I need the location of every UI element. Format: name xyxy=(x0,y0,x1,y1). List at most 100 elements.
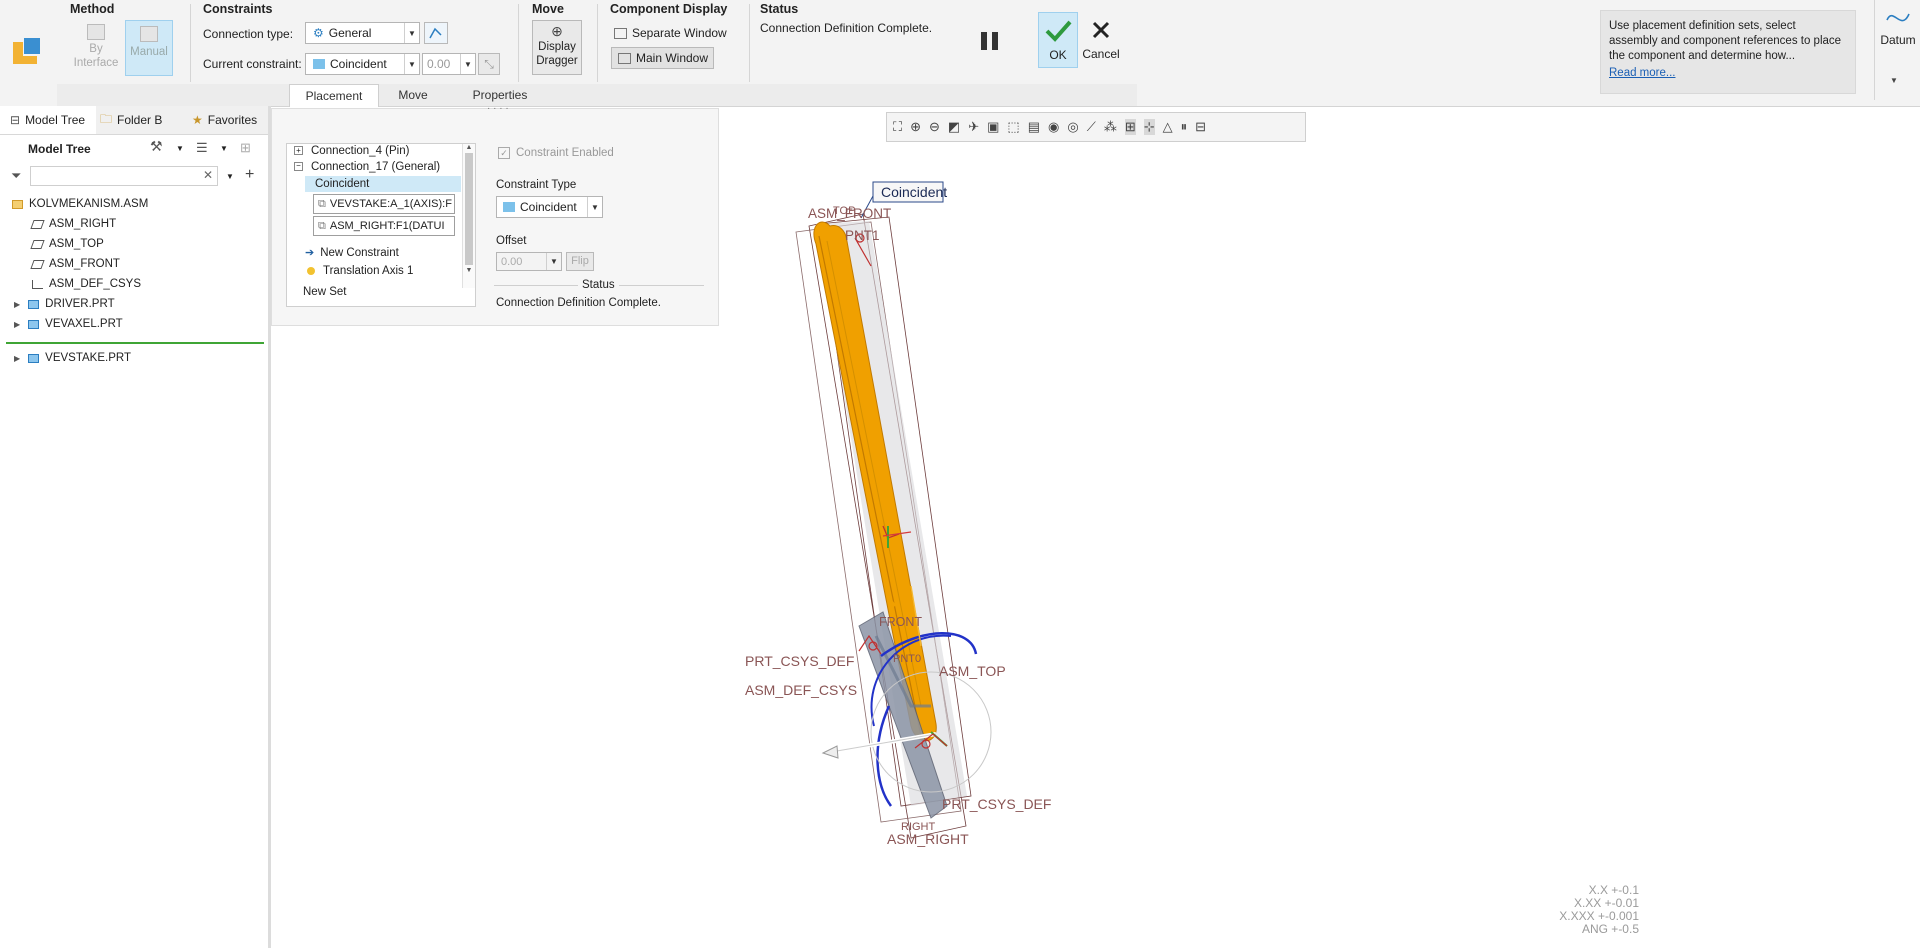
label-top: TOP xyxy=(833,205,855,217)
ribbon: Method By Interface Manual Constraints C… xyxy=(0,0,1920,107)
reference-2[interactable]: ⧉ ASM_RIGHT:F1(DATUI xyxy=(313,216,455,236)
chevron-down-icon[interactable]: ▼ xyxy=(176,144,184,153)
help-text: Use placement definition sets, select as… xyxy=(1609,20,1842,62)
group-divider xyxy=(597,4,598,82)
set-connection-4[interactable]: Connection_4 (Pin) xyxy=(311,145,409,157)
label-prt-csys-def: PRT_CSYS_DEF xyxy=(745,653,854,669)
show-icon[interactable]: ☰ xyxy=(196,140,208,156)
tree-item-assembly[interactable]: KOLVMEKANISM.ASM xyxy=(12,198,148,210)
by-interface-button[interactable]: By Interface xyxy=(70,22,122,76)
tab-folder-browser[interactable]: 🗀 Folder B xyxy=(100,106,190,134)
expand-icon[interactable]: ▶ xyxy=(14,300,20,309)
group-divider xyxy=(190,4,191,82)
tab-favorites[interactable]: ★ Favorites xyxy=(192,106,268,134)
separate-window-button[interactable]: Separate Window xyxy=(614,23,727,43)
ribbon-expand-icon[interactable]: ▼ xyxy=(1890,76,1898,85)
by-interface-label: By Interface xyxy=(73,43,119,69)
tab-placement[interactable]: Placement xyxy=(289,84,379,107)
tab-model-tree[interactable]: ⊟ Model Tree xyxy=(0,106,96,134)
status-group-title: Status xyxy=(760,2,799,16)
tree-item-asm-top[interactable]: ASM_TOP xyxy=(30,238,104,250)
coincident-icon xyxy=(503,202,515,212)
tree-item-label: ASM_DEF_CSYS xyxy=(49,278,142,290)
datum-button[interactable]: Datum xyxy=(1876,4,1920,64)
current-constraint-select[interactable]: Coincident ▼ xyxy=(305,53,420,75)
constraint-type-select[interactable]: Coincident ▼ xyxy=(496,196,603,218)
tab-move[interactable]: Move xyxy=(378,84,448,106)
main-window-label: Main Window xyxy=(636,51,709,65)
part-icon xyxy=(28,319,40,329)
model-tree-title: Model Tree xyxy=(28,142,91,156)
flip-constraint-button[interactable]: ⤡ xyxy=(478,53,500,75)
status-section-label: Status xyxy=(578,279,619,291)
flip-button[interactable]: Flip xyxy=(566,252,594,271)
offset-field[interactable]: 0.00 ▼ xyxy=(496,252,562,271)
offset-value: 0.00 xyxy=(427,57,451,71)
constraint-coincident[interactable]: Coincident xyxy=(305,176,461,192)
main-window-button[interactable]: Main Window xyxy=(611,47,714,69)
tree-item-label: DRIVER.PRT xyxy=(45,298,115,310)
pause-button[interactable] xyxy=(976,28,1004,54)
tab-model-tree-label: Model Tree xyxy=(25,113,86,127)
ok-button[interactable]: OK xyxy=(1038,12,1078,68)
tree-item-driver[interactable]: ▶ DRIVER.PRT xyxy=(14,298,115,310)
label-prt-csys-def-2: PRT_CSYS_DEF xyxy=(942,796,1051,812)
expand-icon[interactable]: ▶ xyxy=(14,354,20,363)
tree-item-asm-def-csys[interactable]: ASM_DEF_CSYS xyxy=(32,278,141,290)
add-icon[interactable]: + xyxy=(245,166,254,184)
scroll-thumb[interactable] xyxy=(465,153,473,265)
collapse-icon[interactable]: − xyxy=(294,162,303,171)
chevron-down-icon: ▼ xyxy=(587,197,602,217)
datum-plane-icon xyxy=(30,259,45,269)
part-icon xyxy=(28,353,40,363)
cancel-button[interactable]: Cancel xyxy=(1081,12,1121,68)
panel-grip[interactable]: · · · · xyxy=(487,103,509,114)
scroll-down-icon[interactable]: ▼ xyxy=(463,267,475,274)
constraint-enabled-checkbox[interactable]: ✓ Constraint Enabled xyxy=(498,147,614,159)
manual-button[interactable]: Manual xyxy=(125,20,173,76)
columns-icon[interactable]: ⊞ xyxy=(240,140,251,156)
new-set-item[interactable]: New Set xyxy=(303,286,346,298)
label-asm-def-csys: ASM_DEF_CSYS xyxy=(745,682,857,698)
callout-text: Coincident xyxy=(881,184,947,200)
reference-1[interactable]: ⧉ VEVSTAKE:A_1(AXIS):F xyxy=(313,194,455,214)
search-input[interactable]: ✕ xyxy=(30,166,218,186)
settings-icon[interactable]: ⚒ xyxy=(150,138,163,155)
tree-item-asm-front[interactable]: ASM_FRONT xyxy=(30,258,120,270)
tree-item-vevaxel[interactable]: ▶ VEVAXEL.PRT xyxy=(14,318,123,330)
display-dragger-button[interactable]: ⊕ Display Dragger xyxy=(532,20,582,75)
connection-type-select[interactable]: ⚙ General ▼ xyxy=(305,22,420,44)
reference-1-label: VEVSTAKE:A_1(AXIS):F xyxy=(329,198,452,210)
set-connection-17[interactable]: Connection_17 (General) xyxy=(311,161,440,173)
tree-item-label: ASM_FRONT xyxy=(49,258,120,270)
expand-icon[interactable]: + xyxy=(294,146,303,155)
offset-input[interactable]: 0.00 ▼ xyxy=(422,53,476,75)
group-divider xyxy=(518,4,519,82)
constraint-enabled-label: Constraint Enabled xyxy=(516,147,614,159)
datum-icon xyxy=(1886,13,1910,22)
scroll-up-icon[interactable]: ▲ xyxy=(463,144,475,151)
clear-icon[interactable]: ✕ xyxy=(203,168,213,182)
sets-scrollbar[interactable]: ▲ ▼ xyxy=(462,144,475,288)
label-asm-top: ASM_TOP xyxy=(939,663,1006,679)
current-constraint-label: Current constraint: xyxy=(203,57,302,71)
tab-folder-browser-label: Folder B xyxy=(117,113,163,127)
search-field[interactable] xyxy=(31,167,195,185)
tree-item-vevstake[interactable]: ▶ VEVSTAKE.PRT xyxy=(14,352,131,364)
expand-icon[interactable]: ▶ xyxy=(14,320,20,329)
tree-item-asm-right[interactable]: ASM_RIGHT xyxy=(30,218,116,230)
translation-axis-label: Translation Axis 1 xyxy=(323,265,414,277)
chevron-down-icon[interactable]: ▼ xyxy=(220,144,228,153)
move-group-title: Move xyxy=(532,2,564,16)
status-section-text: Connection Definition Complete. xyxy=(496,297,661,309)
connection-options-button[interactable] xyxy=(424,22,448,44)
chevron-down-icon[interactable]: ▼ xyxy=(226,172,234,181)
display-dragger-label: Display Dragger xyxy=(536,41,578,67)
translation-axis-item[interactable]: Translation Axis 1 xyxy=(305,265,413,277)
status-text: Connection Definition Complete. xyxy=(760,21,933,35)
navigator-panel: ⊟ Model Tree 🗀 Folder B ★ Favorites Mode… xyxy=(0,106,271,948)
offset-field-value: 0.00 xyxy=(501,255,523,268)
chevron-down-icon: ▼ xyxy=(404,54,419,74)
new-constraint-item[interactable]: ➔ New Constraint xyxy=(305,246,399,260)
read-more-link[interactable]: Read more... xyxy=(1609,66,1847,81)
